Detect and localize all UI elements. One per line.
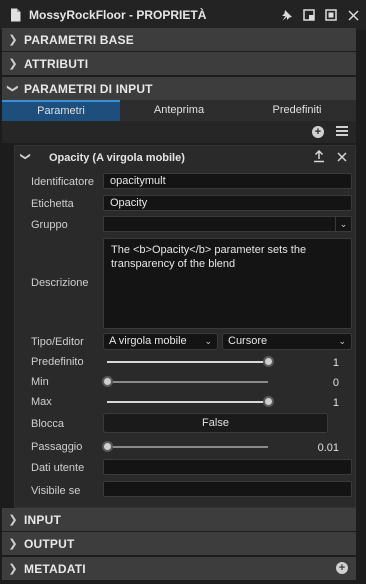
group-label: Gruppo <box>31 219 68 231</box>
default-value: 1 <box>332 357 339 369</box>
title-bar: MossyRockFloor - PROPRIETÀ <box>0 0 366 30</box>
chevron-down-icon[interactable]: ⌄ <box>335 217 351 231</box>
section-label: METADATI <box>24 561 86 576</box>
parameter-card: ❯ Opacity (A virgola mobile) Identificat… <box>14 145 356 508</box>
window-title: MossyRockFloor - PROPRIETÀ <box>29 8 207 22</box>
section-label: PARAMETRI DI INPUT <box>24 81 153 96</box>
parameter-header[interactable]: ❯ Opacity (A virgola mobile) <box>15 146 355 170</box>
section-parametri-di-input[interactable]: ❯ PARAMETRI DI INPUT <box>2 77 356 100</box>
label-field[interactable]: Opacity <box>103 195 352 211</box>
tab-bar: Parametri Anteprima Predefiniti <box>2 100 356 121</box>
section-label: OUTPUT <box>24 536 75 551</box>
step-value: 0.01 <box>317 442 339 454</box>
pin-icon[interactable] <box>280 8 294 22</box>
section-label: INPUT <box>24 512 61 527</box>
section-label: PARAMETRI BASE <box>24 32 134 47</box>
lock-toggle-button[interactable]: False <box>103 413 328 433</box>
add-metadata-icon[interactable]: + <box>336 562 348 574</box>
export-icon[interactable] <box>313 149 325 164</box>
chevron-right-icon: ❯ <box>8 563 18 575</box>
tab-anteprima[interactable]: Anteprima <box>120 100 238 121</box>
list-menu-icon[interactable] <box>336 126 348 136</box>
default-label: Predefinito <box>31 356 84 368</box>
section-input[interactable]: ❯ INPUT <box>2 508 356 531</box>
tab-predefiniti[interactable]: Predefiniti <box>238 100 356 121</box>
slider-handle[interactable] <box>263 396 274 407</box>
slider-handle[interactable] <box>263 356 274 367</box>
chevron-right-icon: ❯ <box>8 34 18 46</box>
slider-handle[interactable] <box>102 441 113 452</box>
description-textarea[interactable]: The <b>Opacity</b> parameter sets the tr… <box>103 238 352 329</box>
section-output[interactable]: ❯ OUTPUT <box>2 532 356 555</box>
visible-if-field[interactable] <box>103 481 352 497</box>
add-parameter-icon[interactable]: + <box>312 126 324 138</box>
chevron-down-icon: ⌄ <box>338 336 346 346</box>
section-attributi[interactable]: ❯ ATTRIBUTI <box>2 52 356 75</box>
max-label: Max <box>31 396 52 408</box>
lock-label: Blocca <box>31 418 65 430</box>
description-label: Descrizione <box>31 277 89 289</box>
min-slider[interactable] <box>102 376 268 388</box>
identifier-field[interactable]: opacitymult <box>103 173 352 189</box>
type-value: A virgola mobile <box>109 335 187 347</box>
editor-value: Cursore <box>228 335 268 347</box>
step-slider[interactable] <box>102 441 268 453</box>
identifier-label: Identificatore <box>31 176 94 188</box>
chevron-right-icon: ❯ <box>8 58 18 70</box>
visible-if-label: Visibile se <box>31 485 81 497</box>
user-data-label: Dati utente <box>31 462 85 474</box>
type-editor-label: Tipo/Editor <box>31 336 84 348</box>
user-data-field[interactable] <box>103 459 352 475</box>
dock-icon[interactable] <box>302 8 316 22</box>
chevron-down-icon: ❯ <box>6 83 19 94</box>
editor-select[interactable]: Cursore ⌄ <box>222 333 352 350</box>
chevron-down-icon: ⌄ <box>204 336 212 346</box>
section-label: ATTRIBUTI <box>24 56 89 71</box>
step-label: Passaggio <box>31 441 83 453</box>
section-metadati[interactable]: ❯ METADATI + <box>2 557 356 580</box>
group-combobox[interactable]: ⌄ <box>103 216 352 232</box>
max-value: 1 <box>332 397 339 409</box>
tab-parametri[interactable]: Parametri <box>2 100 120 121</box>
scrollbar[interactable] <box>358 30 364 584</box>
maximize-icon[interactable] <box>324 8 338 22</box>
label-label: Etichetta <box>31 198 74 210</box>
close-icon[interactable] <box>346 8 360 22</box>
parameter-name: Opacity (A virgola mobile) <box>49 152 185 164</box>
remove-parameter-icon[interactable] <box>337 149 347 165</box>
max-slider[interactable] <box>107 396 274 408</box>
default-slider[interactable] <box>107 356 274 368</box>
chevron-down-icon[interactable]: ❯ <box>20 152 31 160</box>
type-select[interactable]: A virgola mobile ⌄ <box>103 333 218 350</box>
min-value: 0 <box>332 377 339 389</box>
param-toolbar: + <box>2 121 356 143</box>
slider-handle[interactable] <box>102 376 113 387</box>
section-parametri-base[interactable]: ❯ PARAMETRI BASE <box>2 28 356 51</box>
chevron-right-icon: ❯ <box>8 514 18 526</box>
chevron-right-icon: ❯ <box>8 538 18 550</box>
min-label: Min <box>31 376 49 388</box>
document-icon <box>10 8 21 22</box>
